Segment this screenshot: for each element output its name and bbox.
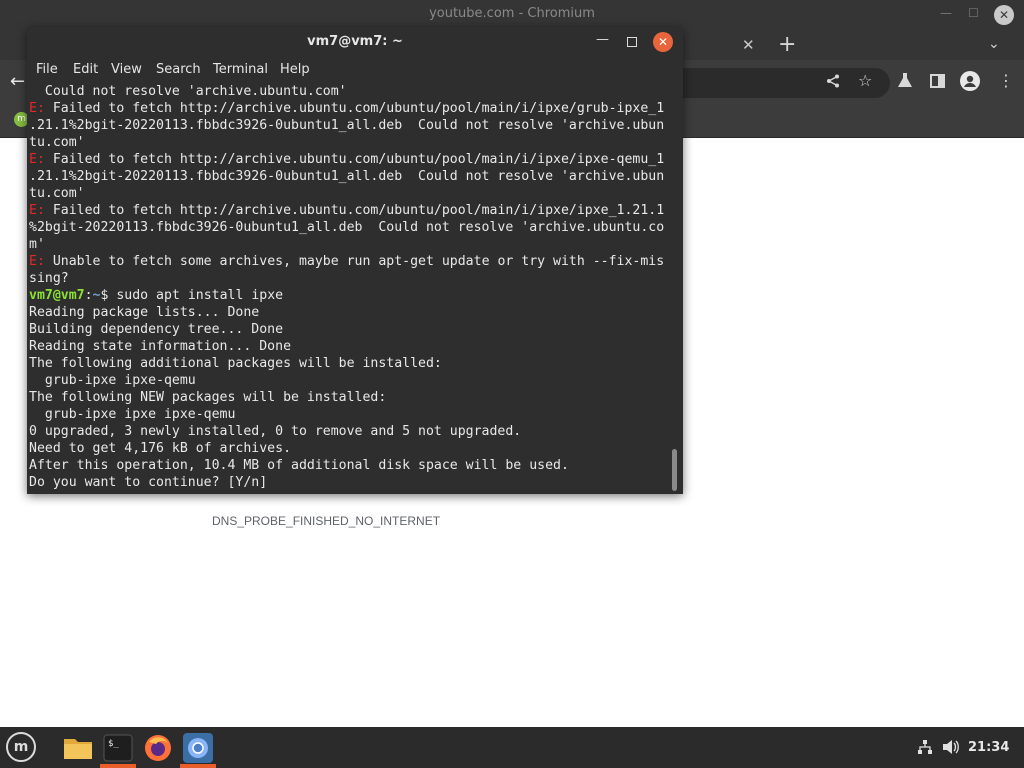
terminal-line: Building dependency tree... Done — [29, 321, 283, 338]
error-prefix: E: — [29, 203, 45, 218]
back-arrow-icon[interactable]: ← — [10, 71, 25, 92]
error-prefix: E: — [29, 152, 45, 167]
terminal-text: %2bgit-20220113.fbbdc3926-0ubuntu1_all.d… — [29, 220, 665, 235]
terminal-line: E: Failed to fetch http://archive.ubuntu… — [29, 202, 664, 219]
terminal-output[interactable]: Could not resolve 'archive.ubuntu.com' E:… — [29, 83, 673, 494]
terminal-text: .21.1%2bgit-20220113.fbbdc3926-0ubuntu1_… — [29, 118, 665, 133]
terminal-minimize-button[interactable]: — — [596, 32, 609, 47]
terminal-text: Could not resolve 'archive.ubuntu.com' — [29, 84, 347, 99]
svg-text:$_: $_ — [108, 739, 119, 749]
tab-close-icon[interactable]: ✕ — [742, 36, 755, 54]
terminal-line: E: Failed to fetch http://archive.ubuntu… — [29, 151, 664, 168]
terminal-text: Unable to fetch some archives, maybe run… — [44, 254, 665, 269]
terminal-text: : — [84, 288, 93, 303]
kebab-menu-icon[interactable]: ⋮ — [998, 71, 1014, 90]
terminal-text: After this operation, 10.4 MB of additio… — [29, 458, 569, 473]
prompt-user: vm7@vm7 — [29, 288, 85, 303]
terminal-line: The following NEW packages will be insta… — [29, 389, 386, 406]
share-icon[interactable] — [826, 73, 840, 92]
terminal-text: .21.1%2bgit-20220113.fbbdc3926-0ubuntu1_… — [29, 169, 665, 184]
terminal-window: vm7@vm7: ~ — ✕ File Edit View Search Ter… — [27, 27, 683, 494]
terminal-line: 0 upgraded, 3 newly installed, 0 to remo… — [29, 423, 521, 440]
terminal-icon[interactable]: $_ — [102, 732, 134, 764]
terminal-line: E: Unable to fetch some archives, maybe … — [29, 253, 664, 270]
terminal-text: tu.com' — [29, 135, 85, 150]
menu-terminal[interactable]: Terminal — [213, 62, 268, 77]
terminal-text: The following NEW packages will be insta… — [29, 390, 387, 405]
terminal-text: Building dependency tree... Done — [29, 322, 284, 337]
terminal-text: Failed to fetch http://archive.ubuntu.co… — [44, 101, 665, 116]
terminal-text: sing? — [29, 271, 69, 286]
terminal-line: %2bgit-20220113.fbbdc3926-0ubuntu1_all.d… — [29, 219, 664, 236]
terminal-text: $ sudo apt install ipxe — [100, 288, 284, 303]
terminal-line: Could not resolve 'archive.ubuntu.com' — [29, 83, 347, 100]
terminal-titlebar: vm7@vm7: ~ — ✕ — [27, 27, 683, 57]
chromium-active-indicator — [180, 764, 216, 768]
taskbar: m $_ 21:34 — [0, 727, 1024, 768]
terminal-text: grub-ipxe ipxe-qemu — [29, 373, 196, 388]
error-prefix: E: — [29, 101, 45, 116]
terminal-text: Failed to fetch http://archive.ubuntu.co… — [44, 203, 665, 218]
side-panel-icon[interactable] — [930, 73, 945, 92]
terminal-maximize-button[interactable] — [627, 37, 637, 47]
files-icon[interactable] — [62, 732, 94, 764]
terminal-line: grub-ipxe ipxe-qemu — [29, 372, 196, 389]
tab-search-chevron-down-icon[interactable]: ⌄ — [988, 36, 1000, 52]
menu-help[interactable]: Help — [280, 62, 310, 77]
terminal-line: Need to get 4,176 kB of archives. — [29, 440, 291, 457]
new-tab-button[interactable]: + — [778, 32, 796, 57]
chromium-icon[interactable] — [182, 732, 214, 764]
dns-error-code: DNS_PROBE_FINISHED_NO_INTERNET — [212, 514, 441, 528]
firefox-icon[interactable] — [142, 732, 174, 764]
chromium-maximize-button[interactable]: ☐ — [968, 6, 979, 20]
terminal-text: m' — [29, 237, 45, 252]
terminal-text: 0 upgraded, 3 newly installed, 0 to remo… — [29, 424, 522, 439]
menu-edit[interactable]: Edit — [73, 62, 98, 77]
terminal-line: grub-ipxe ipxe ipxe-qemu — [29, 406, 236, 423]
terminal-line: vm7@vm7:~$ sudo apt install ipxe — [29, 287, 283, 304]
terminal-text: grub-ipxe ipxe ipxe-qemu — [29, 407, 236, 422]
terminal-text: Reading state information... Done — [29, 339, 292, 354]
menu-view[interactable]: View — [111, 62, 142, 77]
terminal-text: tu.com' — [29, 186, 85, 201]
error-prefix: E: — [29, 254, 45, 269]
terminal-close-button[interactable]: ✕ — [653, 32, 673, 52]
terminal-line: The following additional packages will b… — [29, 355, 442, 372]
chromium-minimize-button[interactable]: — — [940, 6, 952, 20]
terminal-text: Do you want to continue? [Y/n] — [29, 475, 268, 490]
volume-icon[interactable] — [942, 739, 960, 755]
terminal-line: After this operation, 10.4 MB of additio… — [29, 457, 569, 474]
menu-search[interactable]: Search — [156, 62, 201, 77]
terminal-text: Need to get 4,176 kB of archives. — [29, 441, 292, 456]
terminal-line: tu.com' — [29, 134, 85, 151]
chromium-window-title: youtube.com - Chromium — [429, 6, 595, 21]
terminal-text: The following additional packages will b… — [29, 356, 442, 371]
terminal-text: Reading package lists... Done — [29, 305, 260, 320]
terminal-menubar: File Edit View Search Terminal Help — [27, 57, 683, 83]
terminal-title: vm7@vm7: ~ — [307, 34, 403, 49]
profile-avatar-icon[interactable] — [960, 71, 980, 95]
clock[interactable]: 21:34 — [968, 740, 1009, 755]
terminal-line: .21.1%2bgit-20220113.fbbdc3926-0ubuntu1_… — [29, 117, 664, 134]
terminal-line: Do you want to continue? [Y/n] — [29, 474, 267, 491]
terminal-active-indicator — [100, 764, 136, 768]
terminal-line: E: Failed to fetch http://archive.ubuntu… — [29, 100, 664, 117]
terminal-line: m' — [29, 236, 45, 253]
chromium-close-button[interactable]: ✕ — [994, 5, 1014, 25]
mint-menu-button[interactable]: m — [6, 732, 36, 762]
terminal-scrollbar[interactable] — [672, 449, 677, 491]
bookmark-star-icon[interactable]: ☆ — [858, 71, 872, 90]
network-icon[interactable] — [917, 739, 933, 755]
chromium-titlebar: youtube.com - Chromium — ☐ ✕ — [0, 0, 1024, 30]
terminal-line: .21.1%2bgit-20220113.fbbdc3926-0ubuntu1_… — [29, 168, 664, 185]
terminal-line: sing? — [29, 270, 69, 287]
terminal-line: Reading state information... Done — [29, 338, 291, 355]
menu-file[interactable]: File — [36, 62, 58, 77]
terminal-line: tu.com' — [29, 185, 85, 202]
terminal-line: Reading package lists... Done — [29, 304, 259, 321]
terminal-text: Failed to fetch http://archive.ubuntu.co… — [44, 152, 665, 167]
labs-flask-icon[interactable] — [898, 73, 912, 92]
